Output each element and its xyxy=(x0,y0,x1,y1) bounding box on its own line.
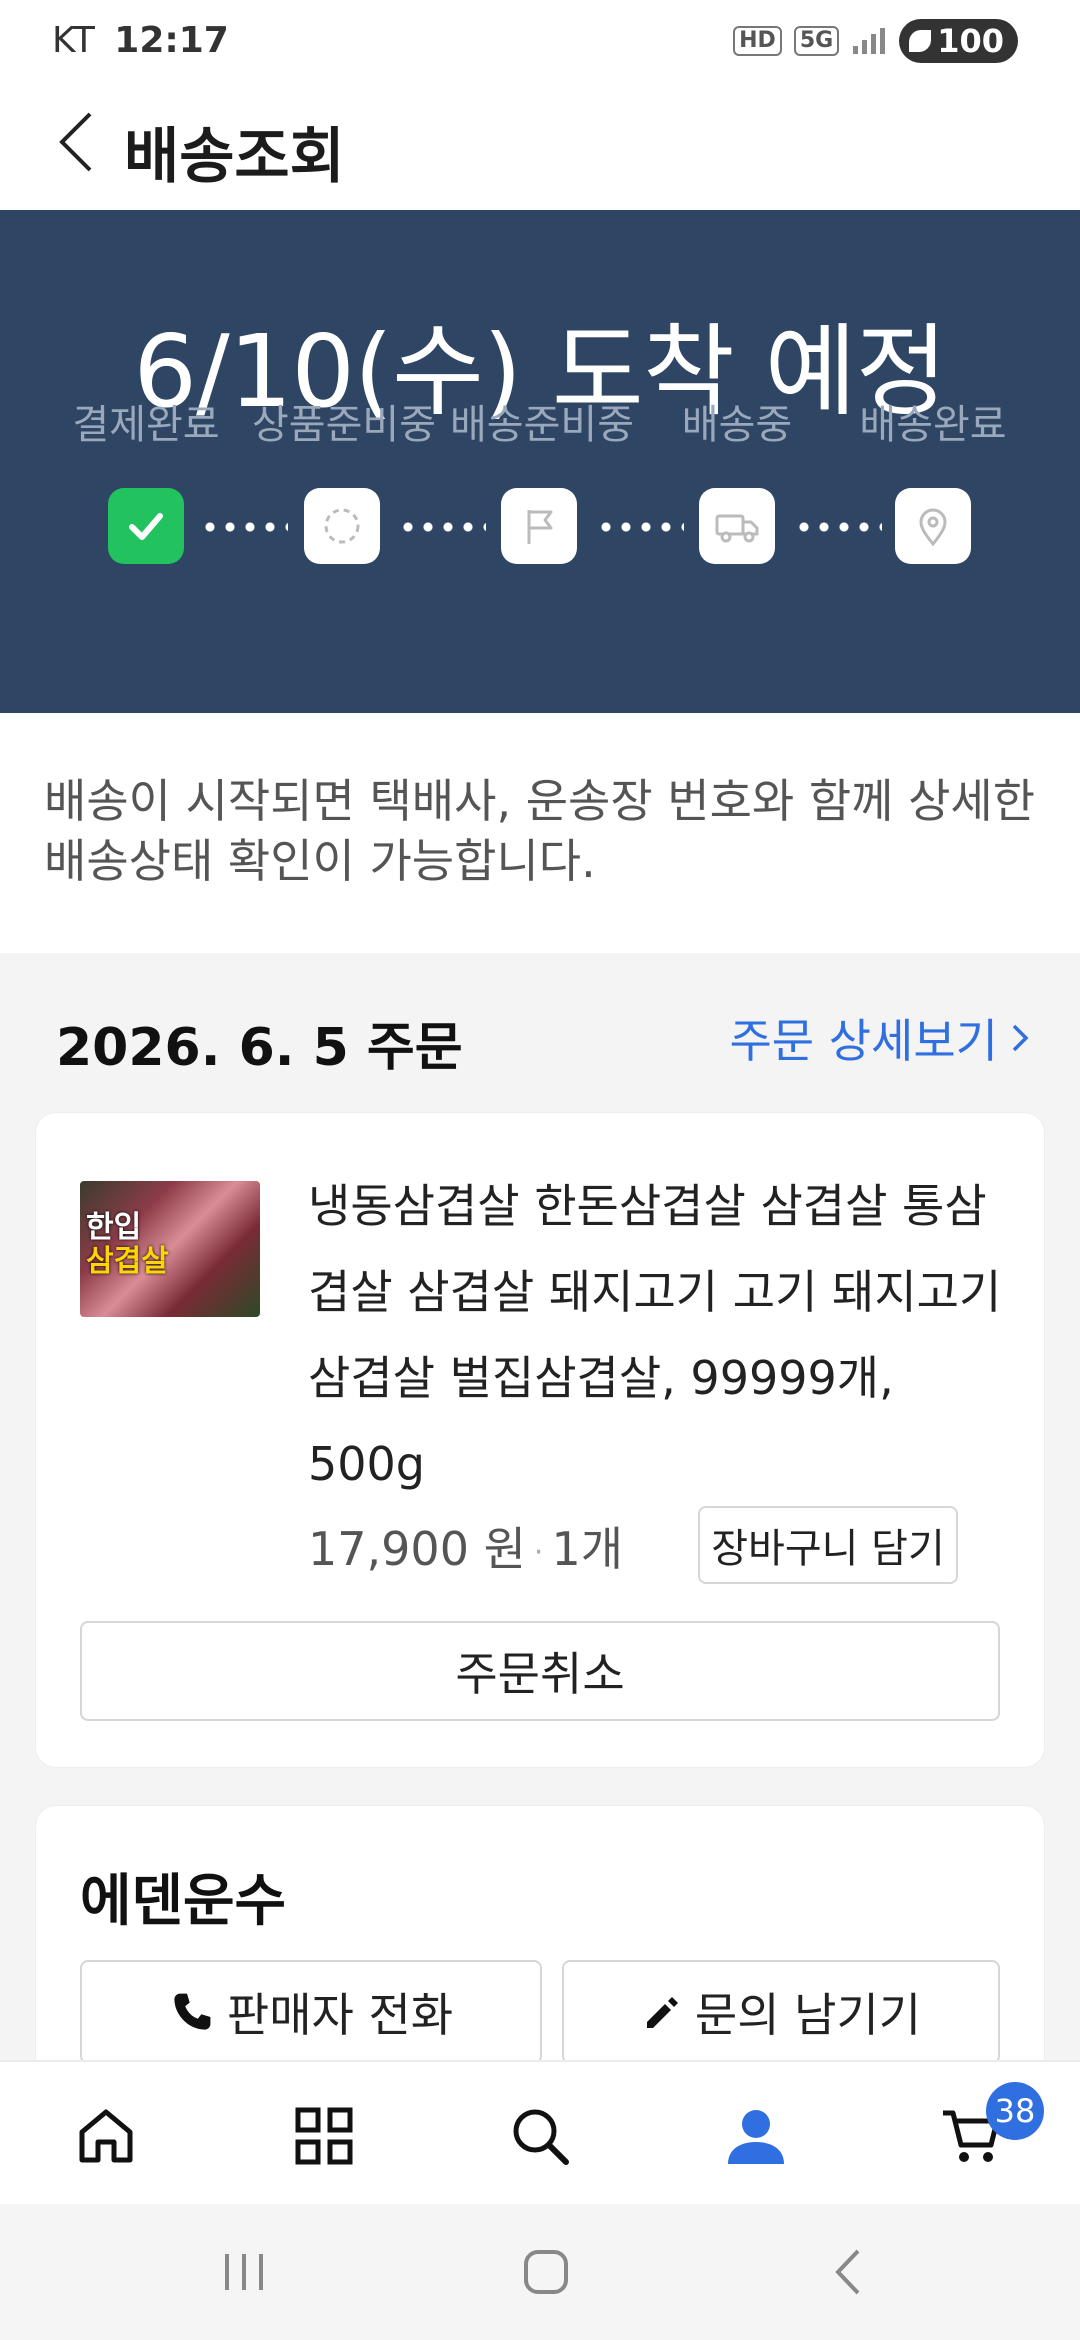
order-detail-label: 주문 상세보기 xyxy=(729,1014,998,1068)
status-left: KT 12:17 xyxy=(52,20,229,61)
truck-icon xyxy=(715,514,759,543)
hd-voice-icon: HD xyxy=(733,26,782,56)
home-icon xyxy=(79,2109,133,2163)
seller-name: 에덴운수 xyxy=(80,1869,287,1934)
check-icon xyxy=(129,513,163,540)
carrier-label: KT xyxy=(52,20,95,61)
nav-search[interactable] xyxy=(502,2098,578,2174)
network-5g-icon: 5G xyxy=(793,26,840,56)
location-pin-icon xyxy=(919,508,947,547)
step-label: 결제완료 xyxy=(72,402,220,448)
page-title: 배송조회 xyxy=(124,122,345,192)
nav-home[interactable] xyxy=(68,2098,144,2174)
battery-level: 100 xyxy=(937,22,1004,60)
step-preparing-shipment xyxy=(501,488,577,564)
back-system-button[interactable] xyxy=(808,2240,888,2304)
back-button[interactable] xyxy=(36,102,116,182)
battery-indicator: 100 xyxy=(899,19,1018,63)
leave-inquiry-label: 문의 남기기 xyxy=(694,1988,922,2042)
step-delivered xyxy=(895,488,971,564)
call-seller-button[interactable]: 판매자 전화 xyxy=(80,1960,542,2064)
status-right: HD 5G 100 xyxy=(733,18,1018,64)
nav-my-page[interactable] xyxy=(718,2098,794,2174)
delivery-status-banner: 6/10(수) 도착 예정 결제완료 상품준비중 배송준비중 배송중 배송완료 xyxy=(0,210,1080,713)
order-item-card: 한입 삼겹살 냉동삼겹살 한돈삼겹살 삼겹살 통삼겹살 삼겹살 돼지고기 고기 … xyxy=(36,1113,1044,1767)
step-label: 배송중 xyxy=(681,402,793,448)
step-label: 배송준비중 xyxy=(450,402,634,448)
cancel-order-button[interactable]: 주문취소 xyxy=(80,1621,1000,1721)
step-connector xyxy=(794,522,882,532)
order-detail-link[interactable]: 주문 상세보기 xyxy=(729,1005,1032,1071)
chevron-left-icon xyxy=(59,112,92,172)
chevron-right-icon xyxy=(1012,1024,1029,1052)
phone-icon xyxy=(174,1993,211,2030)
product-quantity: 1개 xyxy=(551,1522,624,1576)
home-square-icon xyxy=(524,2250,568,2294)
separator: · xyxy=(533,1535,544,1570)
price-quantity: 17,900 원 · 1개 xyxy=(308,1513,623,1579)
bottom-navigation: 38 xyxy=(0,2060,1080,2206)
app-header: 배송조회 xyxy=(0,82,1080,210)
order-date: 2026. 6. 5 주문 xyxy=(56,1018,463,1078)
call-seller-label: 판매자 전화 xyxy=(226,1988,454,2042)
system-navigation-bar xyxy=(0,2204,1080,2340)
recent-apps-icon xyxy=(225,2254,263,2290)
step-label: 배송완료 xyxy=(859,402,1007,448)
pencil-icon xyxy=(646,1997,678,2028)
signal-icon xyxy=(853,28,886,54)
add-to-cart-button[interactable]: 장바구니 담기 xyxy=(698,1506,958,1584)
flag-icon xyxy=(527,510,553,544)
step-label: 상품준비중 xyxy=(252,402,436,448)
info-message: 배송이 시작되면 택배사, 운송장 번호와 함께 상세한 배송상태 확인이 가능… xyxy=(44,774,1036,888)
thumbnail-caption: 한입 삼겹살 xyxy=(86,1211,169,1279)
delivery-info-notice: 배송이 시작되면 택배사, 운송장 번호와 함께 상세한 배송상태 확인이 가능… xyxy=(0,713,1080,953)
home-system-button[interactable] xyxy=(506,2240,586,2304)
step-in-transit xyxy=(699,488,775,564)
leave-inquiry-button[interactable]: 문의 남기기 xyxy=(562,1960,1000,2064)
my-page-person-icon xyxy=(728,2110,784,2164)
product-name[interactable]: 냉동삼겹살 한돈삼겹살 삼겹살 통삼겹살 삼겹살 돼지고기 고기 돼지고기삼겹살… xyxy=(308,1163,1008,1507)
product-thumbnail[interactable]: 한입 삼겹살 xyxy=(80,1181,260,1317)
loading-icon xyxy=(324,508,360,544)
search-icon xyxy=(513,2109,569,2165)
nav-category[interactable] xyxy=(286,2098,362,2174)
power-saving-icon xyxy=(909,30,932,52)
step-connector xyxy=(596,522,684,532)
step-paid xyxy=(108,488,184,564)
cart-count-badge: 38 xyxy=(986,2082,1044,2140)
step-preparing-product xyxy=(304,488,380,564)
step-connector xyxy=(398,522,486,532)
order-header: 2026. 6. 5 주문 주문 상세보기 xyxy=(0,985,1080,1085)
thumbnail-caption-line: 한입 xyxy=(86,1210,142,1245)
delivery-steps xyxy=(0,488,1080,568)
product-price: 17,900 원 xyxy=(308,1522,526,1576)
category-grid-icon xyxy=(295,2107,353,2165)
clock: 12:17 xyxy=(114,20,229,61)
back-arrow-icon xyxy=(835,2249,860,2295)
thumbnail-caption-line: 삼겹살 xyxy=(86,1244,169,1279)
step-connector xyxy=(200,522,288,532)
status-bar: KT 12:17 HD 5G 100 xyxy=(0,0,1080,82)
recent-apps-button[interactable] xyxy=(204,2240,284,2304)
